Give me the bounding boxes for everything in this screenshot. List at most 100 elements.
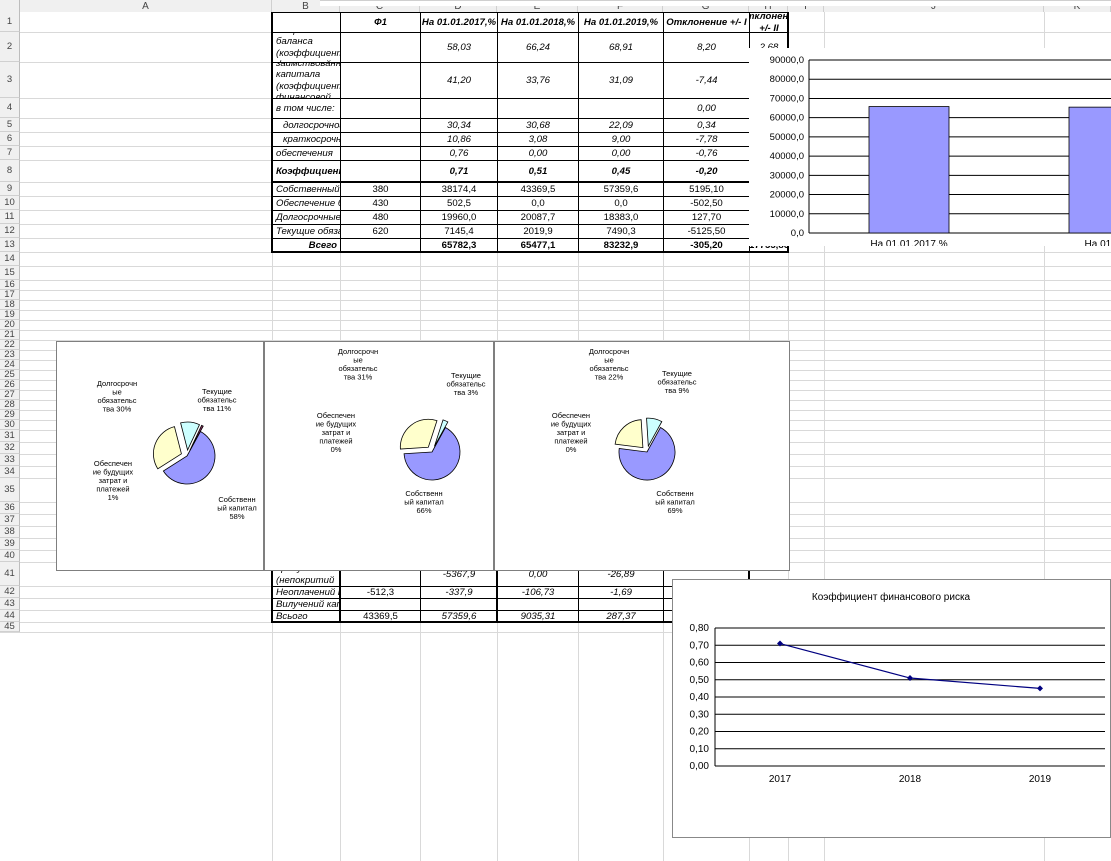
cell-value[interactable]: 58,03 [421, 33, 497, 62]
row-label[interactable]: Текущие обязательства [273, 225, 340, 238]
cell-value[interactable]: 0,71 [421, 161, 497, 182]
cell-value[interactable]: 43369,5 [498, 183, 578, 196]
bar-chart[interactable]: 0,0 10000,0 20000,0 30000,0 40000,0 50000,0 60… [749, 48, 1111, 250]
row-label[interactable]: Вилучений капітал [273, 599, 340, 610]
cell-f1[interactable] [341, 63, 420, 98]
row-label[interactable]: Обеспечение будущих затрат и платежей [273, 197, 340, 210]
cell-value[interactable]: 7145,4 [421, 225, 497, 238]
pie-chart-2019[interactable]: Долгосрочн ые обязательс тва 22% Текущие обяз… [494, 341, 790, 571]
cell-value[interactable]: 0,00 [664, 99, 749, 118]
row-header[interactable]: 36 [0, 502, 20, 514]
row-header[interactable]: 31 [0, 430, 20, 442]
row-header[interactable]: 8 [0, 160, 20, 182]
cell-value[interactable]: 0,0 [498, 197, 578, 210]
row-header[interactable]: 33 [0, 454, 20, 466]
row-header[interactable]: 2 [0, 32, 20, 62]
pie-chart-2017[interactable]: Долгосрочн ые обязательс тва 30% Текущие обяз… [56, 341, 264, 571]
cell-value[interactable]: 66,24 [498, 33, 578, 62]
cell-value[interactable]: -1,69 [579, 587, 663, 598]
cell-f1[interactable] [341, 119, 420, 132]
cell-value[interactable]: 19960,0 [421, 211, 497, 224]
row-header[interactable]: 39 [0, 538, 20, 550]
cell-value[interactable]: -7,78 [664, 133, 749, 146]
pie-slice-long[interactable] [614, 419, 644, 449]
cell-f1[interactable] [341, 161, 420, 182]
cell-value[interactable]: 7490,3 [579, 225, 663, 238]
cell-value[interactable]: 31,09 [579, 63, 663, 98]
row-label[interactable]: Удельный вес капитала для обеспечения бу… [273, 147, 340, 160]
cell-value[interactable]: -7,44 [664, 63, 749, 98]
row-header[interactable]: 32 [0, 442, 20, 454]
cell-f1[interactable]: 620 [341, 225, 420, 238]
header-col[interactable]: Отклонение +/- II [750, 13, 788, 32]
line-chart[interactable]: Коэффициент финансового риска 0,00 0,10 0,2… [672, 579, 1111, 838]
row-header[interactable]: 10 [0, 196, 20, 210]
cell-value[interactable] [498, 99, 578, 118]
column-header[interactable]: A [20, 0, 272, 12]
cell-value[interactable] [421, 99, 497, 118]
row-header[interactable]: 45 [0, 621, 20, 632]
cell-value[interactable]: 3,08 [498, 133, 578, 146]
row-header[interactable]: 41 [0, 562, 20, 586]
row-label[interactable]: долгосрочного [273, 119, 340, 132]
row-header[interactable]: 5 [0, 118, 20, 132]
cell-f1[interactable] [341, 147, 420, 160]
cell-value[interactable]: 5195,10 [664, 183, 749, 196]
cell-value[interactable]: 0,34 [664, 119, 749, 132]
row-header[interactable]: 14 [0, 252, 20, 266]
row-label[interactable]: Собственный капитал [273, 183, 340, 196]
cell-f1[interactable]: 430 [341, 197, 420, 210]
cell-value[interactable]: 0,51 [498, 161, 578, 182]
row-header[interactable]: 13 [0, 238, 20, 252]
row-header[interactable]: 7 [0, 146, 20, 160]
cell-value[interactable] [579, 99, 663, 118]
header-col[interactable]: На 01.01.2019,% [579, 13, 663, 32]
row-header[interactable]: 15 [0, 266, 20, 280]
row-header[interactable]: 11 [0, 210, 20, 224]
cell-value[interactable]: 22,09 [579, 119, 663, 132]
cell-value[interactable]: 0,00 [579, 147, 663, 160]
row-header[interactable]: 12 [0, 224, 20, 238]
line-point[interactable] [1037, 685, 1043, 692]
row-header[interactable]: 3 [0, 62, 20, 98]
cell-value[interactable]: 0,45 [579, 161, 663, 182]
select-all-corner[interactable] [0, 0, 20, 12]
cell-value[interactable]: -502,50 [664, 197, 749, 210]
row-header[interactable]: 40 [0, 550, 20, 562]
row-header[interactable]: 35 [0, 478, 20, 502]
cell-value[interactable]: -512,3 [341, 587, 420, 598]
cell-value[interactable] [579, 599, 663, 610]
row-header[interactable]: 6 [0, 132, 20, 146]
row-label[interactable]: краткосрочного [273, 133, 340, 146]
cell-value[interactable] [498, 599, 578, 610]
row-label[interactable]: в том числе: [273, 99, 340, 118]
cell-value[interactable]: -337,9 [421, 587, 497, 598]
cell-value[interactable]: 18383,0 [579, 211, 663, 224]
row-header[interactable]: 43 [0, 598, 20, 610]
row-header[interactable]: 42 [0, 586, 20, 598]
cell-value[interactable] [341, 599, 420, 610]
cell-value[interactable]: 68,91 [579, 33, 663, 62]
cell-value[interactable]: 57359,6 [579, 183, 663, 196]
cell-f1[interactable]: 380 [341, 183, 420, 196]
cell-value[interactable]: -106,73 [498, 587, 578, 598]
header-col[interactable]: Отклонение +/- I [664, 13, 749, 32]
row-header[interactable]: 9 [0, 182, 20, 196]
row-label[interactable]: Удельный вес заимствованного капитала (к… [273, 63, 340, 98]
cell-value[interactable]: 30,68 [498, 119, 578, 132]
cell-value[interactable]: 33,76 [498, 63, 578, 98]
cell-f1[interactable] [341, 99, 420, 118]
cell-value[interactable]: -0,20 [664, 161, 749, 182]
pie-slice-long[interactable] [399, 418, 438, 450]
cell-f1[interactable] [341, 133, 420, 146]
spreadsheet[interactable]: Ф1 На 01.01.2017,% На 01.01.2018,% На 01.01… [0, 0, 1111, 861]
cell-f1[interactable] [341, 33, 420, 62]
cell-value[interactable]: 127,70 [664, 211, 749, 224]
row-label[interactable]: Неоплачений капітал [273, 587, 340, 598]
header-f1[interactable]: Ф1 [341, 13, 420, 32]
cell-value[interactable]: 38174,4 [421, 183, 497, 196]
row-header[interactable]: 37 [0, 514, 20, 526]
cell-value[interactable]: 30,34 [421, 119, 497, 132]
cell-value[interactable]: 9,00 [579, 133, 663, 146]
row-label[interactable]: Коэффициент финансового риска [273, 161, 340, 182]
